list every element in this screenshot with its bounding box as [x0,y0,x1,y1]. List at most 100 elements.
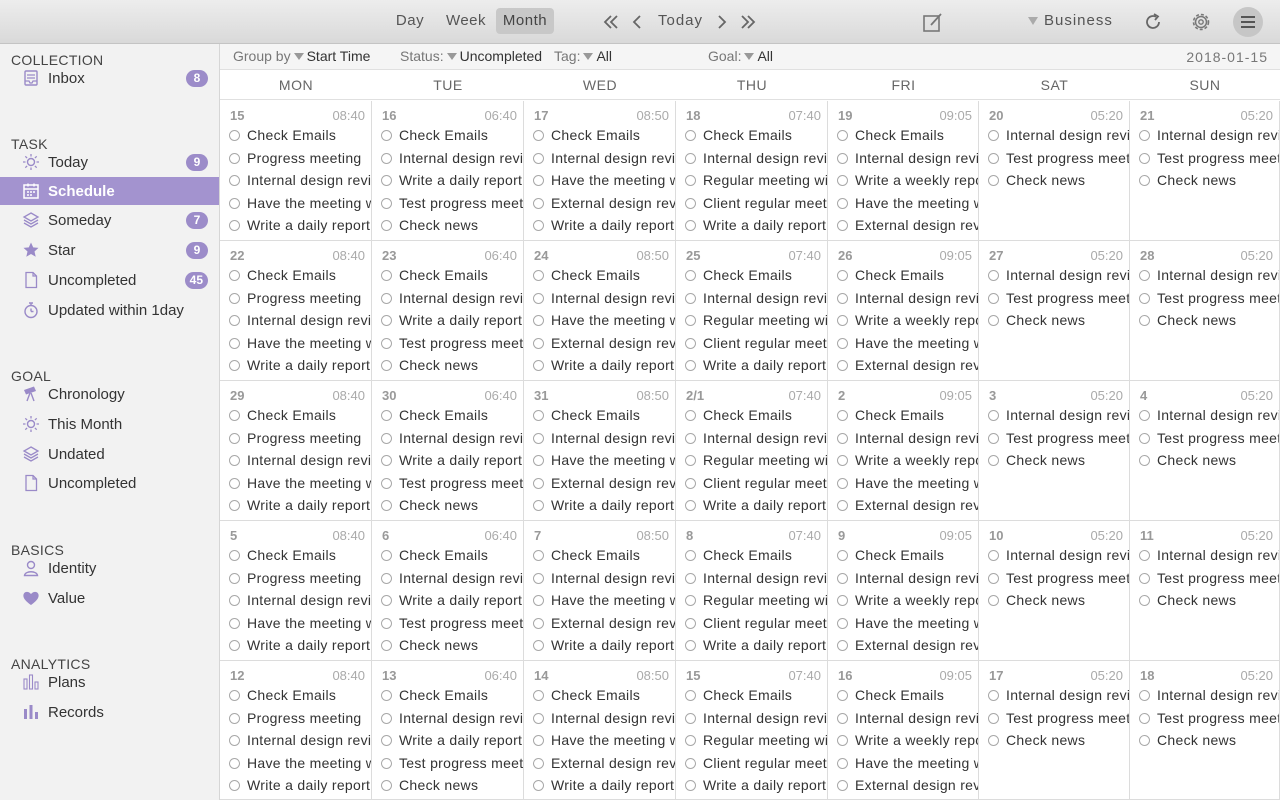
task-item[interactable]: Have the meeting with [828,472,978,494]
task-checkbox[interactable] [229,197,240,209]
task-item[interactable]: Internal design review [676,287,827,309]
task-checkbox[interactable] [837,640,848,651]
task-item[interactable]: Check news [1130,449,1279,471]
day-cell[interactable]: 6 06:40 Check Emails Internal design review… [372,521,524,661]
task-checkbox[interactable] [381,735,392,746]
task-item[interactable]: Write a daily report [372,729,523,751]
task-checkbox[interactable] [685,197,696,209]
day-cell[interactable]: 12 08:40 Check Emails Progress meeting Inter… [220,661,372,800]
task-checkbox[interactable] [229,152,240,164]
task-checkbox[interactable] [229,270,240,281]
task-item[interactable]: Write a daily report [676,214,827,236]
task-checkbox[interactable] [685,152,696,164]
task-item[interactable]: External design review [828,634,978,656]
task-checkbox[interactable] [533,477,544,489]
task-item[interactable]: External design review [828,774,978,796]
day-cell[interactable]: 26 09:05 Check Emails Internal design revie… [828,241,979,381]
task-checkbox[interactable] [229,175,240,186]
task-checkbox[interactable] [988,130,999,141]
task-item[interactable]: Have the meeting with [524,449,675,471]
task-checkbox[interactable] [229,500,240,511]
task-item[interactable]: Internal design review [828,427,978,449]
task-item[interactable]: Check Emails [220,264,371,286]
task-item[interactable]: Write a daily report [524,774,675,796]
task-item[interactable]: Internal design review [979,404,1129,426]
task-item[interactable]: Internal design review [676,567,827,589]
task-item[interactable]: Client regular meeting [676,192,827,214]
sidebar-item-undated[interactable]: Undated [0,440,219,468]
tab-month[interactable]: Month [496,8,554,34]
task-checkbox[interactable] [381,315,392,326]
day-cell[interactable]: 14 08:50 Check Emails Internal design revie… [524,661,676,800]
task-checkbox[interactable] [837,617,848,629]
task-item[interactable]: Internal design review [1130,684,1279,706]
task-checkbox[interactable] [533,197,544,209]
task-item[interactable]: Test progress meeting [1130,567,1279,589]
task-item[interactable]: Write a daily report [220,774,371,796]
task-checkbox[interactable] [1139,735,1150,746]
task-checkbox[interactable] [685,735,696,746]
task-item[interactable]: Check Emails [676,684,827,706]
task-item[interactable]: Internal design review [524,567,675,589]
task-checkbox[interactable] [685,572,696,584]
day-cell[interactable]: 16 09:05 Check Emails Internal design revie… [828,661,979,800]
task-checkbox[interactable] [1139,712,1150,724]
task-item[interactable]: Have the meeting with [828,332,978,354]
task-checkbox[interactable] [837,757,848,769]
task-checkbox[interactable] [685,315,696,326]
task-checkbox[interactable] [381,780,392,791]
task-checkbox[interactable] [837,735,848,746]
task-item[interactable]: Check Emails [220,684,371,706]
task-item[interactable]: Check news [372,354,523,376]
task-item[interactable]: Regular meeting with [676,169,827,191]
task-item[interactable]: Have the meeting with [524,169,675,191]
task-checkbox[interactable] [685,477,696,489]
task-item[interactable]: Write a daily report [220,494,371,516]
double-chevron-left-icon[interactable] [600,9,622,35]
task-item[interactable]: Check Emails [220,404,371,426]
task-item[interactable]: Test progress meeting [1130,707,1279,729]
task-checkbox[interactable] [381,617,392,629]
task-item[interactable]: Have the meeting with [220,472,371,494]
task-item[interactable]: Test progress meeting [372,612,523,634]
task-checkbox[interactable] [685,455,696,466]
task-checkbox[interactable] [229,337,240,349]
task-checkbox[interactable] [533,270,544,281]
day-cell[interactable]: 10 05:20 Internal design review Test progre… [979,521,1130,661]
task-checkbox[interactable] [1139,315,1150,326]
sidebar-item-inbox[interactable]: Inbox 8 [0,64,219,92]
sidebar-item-someday[interactable]: Someday 7 [0,206,219,234]
task-item[interactable]: Check news [979,309,1129,331]
task-checkbox[interactable] [988,270,999,281]
task-item[interactable]: External design review [524,472,675,494]
task-checkbox[interactable] [229,130,240,141]
task-item[interactable]: External design review [828,494,978,516]
task-checkbox[interactable] [988,712,999,724]
task-checkbox[interactable] [381,197,392,209]
tab-day[interactable]: Day [390,8,430,34]
task-checkbox[interactable] [533,360,544,371]
task-item[interactable]: Check news [372,214,523,236]
day-cell[interactable]: 7 08:50 Check Emails Internal design review… [524,521,676,661]
task-item[interactable]: Check Emails [524,684,675,706]
task-checkbox[interactable] [229,572,240,584]
sidebar-item-updated-within-1day[interactable]: Updated within 1day [0,296,219,324]
day-cell[interactable]: 21 05:20 Internal design review Test progre… [1130,101,1280,241]
task-checkbox[interactable] [685,640,696,651]
task-item[interactable]: Internal design review [1130,264,1279,286]
task-item[interactable]: Internal design review [979,684,1129,706]
gear-icon[interactable] [1189,9,1213,35]
task-item[interactable]: Write a weekly report [828,449,978,471]
task-item[interactable]: Internal design review [828,287,978,309]
task-item[interactable]: Check Emails [524,124,675,146]
day-cell[interactable]: 11 05:20 Internal design review Test progre… [1130,521,1280,661]
task-checkbox[interactable] [381,360,392,371]
task-item[interactable]: Have the meeting with [220,752,371,774]
task-item[interactable]: Test progress meeting [372,332,523,354]
sidebar-item-identity[interactable]: Identity [0,554,219,582]
task-item[interactable]: Internal design review [676,427,827,449]
task-item[interactable]: Write a weekly report [828,169,978,191]
sidebar-item-plans[interactable]: Plans [0,668,219,696]
task-item[interactable]: Check Emails [372,544,523,566]
task-item[interactable]: Internal design review [1130,544,1279,566]
